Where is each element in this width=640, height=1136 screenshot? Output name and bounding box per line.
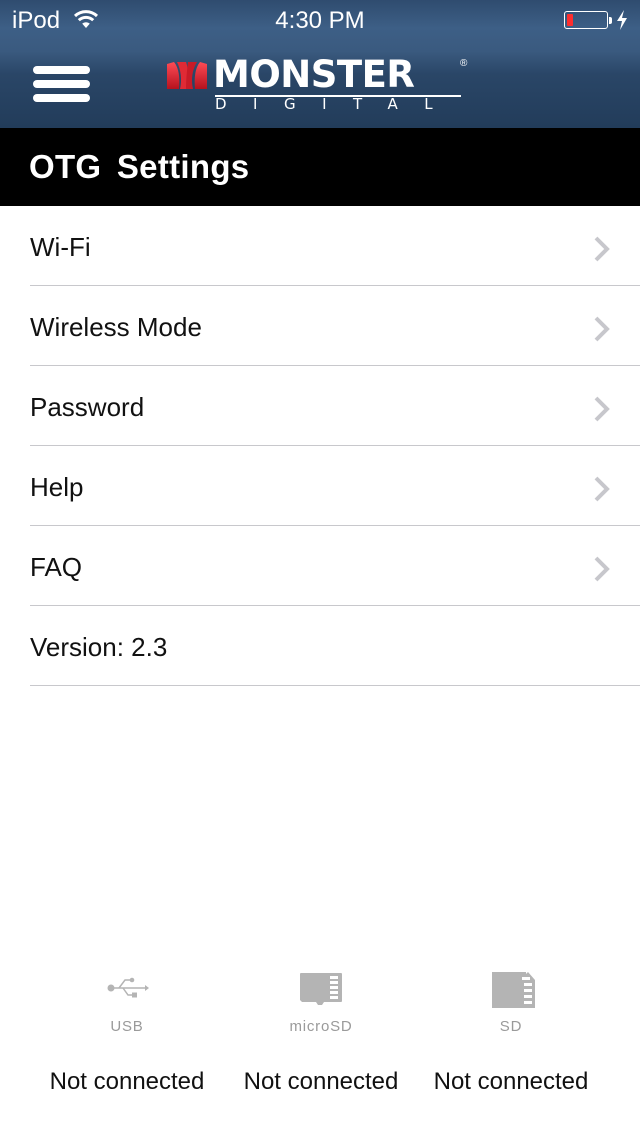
device-status: Not connected: [243, 1068, 399, 1095]
status-time: 4:30 PM: [275, 7, 365, 34]
version-label: Version: 2.3: [30, 632, 168, 662]
settings-item-label: FAQ: [30, 552, 83, 582]
hamburger-menu-icon-line: [33, 80, 90, 88]
device-label: microSD: [289, 1018, 353, 1035]
battery-tip: [609, 17, 612, 24]
logo-wordmark: MONSTER: [213, 53, 415, 96]
settings-list: Wi-Fi Wireless Mode Password Help FAQ Ve…: [0, 206, 640, 686]
settings-item-faq[interactable]: FAQ: [0, 526, 640, 606]
status-bar: iPod 4:30 PM: [0, 0, 640, 40]
page-titlebar: OTG Settings: [0, 128, 640, 206]
chevron-right-icon: [593, 476, 611, 507]
hamburger-menu-button[interactable]: [30, 62, 92, 106]
device-status: Not connected: [433, 1068, 589, 1095]
logo-registered-mark: ®: [460, 58, 468, 69]
chevron-right-icon: [593, 556, 611, 587]
settings-item-label: Wi-Fi: [30, 232, 91, 262]
usb-icon: [107, 976, 149, 1005]
hamburger-menu-icon-line: [33, 66, 90, 74]
settings-item-password[interactable]: Password: [0, 366, 640, 446]
settings-item-label: Help: [30, 472, 84, 502]
microsd-card-icon: [300, 973, 342, 1010]
settings-item-label: Password: [30, 392, 145, 422]
monster-digital-logo: MONSTER ® DIGITAL: [167, 53, 477, 114]
device-label: USB: [110, 1018, 144, 1035]
chevron-right-icon: [593, 316, 611, 347]
settings-item-wifi[interactable]: Wi-Fi: [0, 206, 640, 286]
page-title: OTG Settings: [29, 148, 250, 185]
battery-level-fill: [567, 14, 573, 26]
hamburger-menu-icon-line: [33, 94, 90, 102]
monster-logo-mark-icon: [167, 62, 207, 89]
device-label: SD: [499, 1018, 523, 1035]
logo-subtitle: DIGITAL: [215, 95, 460, 113]
settings-item-wireless-mode[interactable]: Wireless Mode: [0, 286, 640, 366]
chevron-right-icon: [593, 236, 611, 267]
charging-bolt-icon: [616, 10, 628, 35]
settings-item-label: Wireless Mode: [30, 312, 202, 342]
sd-card-icon: [492, 972, 535, 1013]
device-status: Not connected: [49, 1068, 205, 1095]
settings-item-help[interactable]: Help: [0, 446, 640, 526]
app-header: iPod 4:30 PM MONSTER ® DIGITAL: [0, 0, 640, 128]
version-row: Version: 2.3: [0, 606, 640, 686]
chevron-right-icon: [593, 396, 611, 427]
battery-icon: [564, 11, 608, 29]
